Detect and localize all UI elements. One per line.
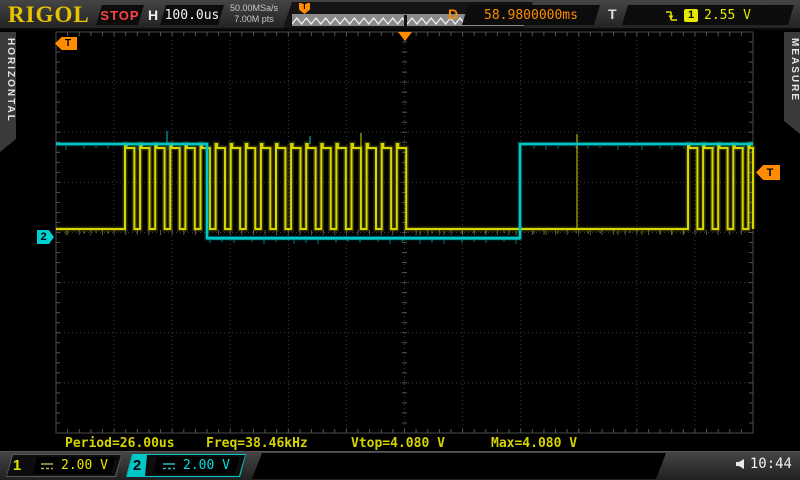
- top-status-bar: RIGOL STOP H 100.0us 50.00MSa/s 7.00M pt…: [0, 0, 800, 30]
- oscilloscope-screen: T T 2 Period=26.00us Freq=38.46kHz Vtop=…: [0, 0, 800, 480]
- bottom-status-bar: 1 2.00 V 2 2.00 V: [0, 451, 800, 480]
- trigger-source-badge: 1: [684, 9, 698, 22]
- message-area: [252, 453, 666, 479]
- speaker-icon: [735, 458, 747, 470]
- measurement-period: Period=26.00us: [65, 436, 175, 451]
- horizontal-label: H: [148, 7, 158, 23]
- channel1-number: 1: [7, 457, 27, 474]
- delay-label: D: [448, 6, 458, 22]
- dc-coupling-icon: [40, 461, 54, 471]
- dc-coupling-icon: [162, 461, 176, 471]
- measurement-freq: Freq=38.46kHz: [206, 436, 308, 451]
- trigger-readout[interactable]: 1 2.55 V: [622, 5, 794, 25]
- measurement-max: Max=4.080 V: [491, 436, 577, 451]
- channel1-scale: 2.00 V: [61, 458, 108, 473]
- timebase-readout[interactable]: 100.0us: [160, 5, 224, 25]
- run-status-label: STOP: [100, 8, 139, 23]
- trigger-level-value: 2.55 V: [704, 8, 751, 23]
- clock-time: 10:44: [750, 456, 792, 472]
- rigol-logo: RIGOL: [8, 2, 90, 28]
- run-status[interactable]: STOP: [96, 5, 144, 25]
- channel2-number: 2: [127, 455, 147, 476]
- sample-rate: 50.00MSa/s: [226, 3, 282, 14]
- delay-readout[interactable]: 58.9800000ms: [462, 5, 600, 25]
- clock: 10:44: [735, 456, 792, 472]
- trigger-position-marker[interactable]: [398, 32, 412, 41]
- preview-trigger-marker: T: [299, 3, 310, 14]
- tab-measure[interactable]: MEASURE: [784, 32, 800, 134]
- measurement-vtop: Vtop=4.080 V: [351, 436, 445, 451]
- waveform-display: [0, 0, 800, 480]
- timebase-value: 100.0us: [165, 8, 220, 23]
- channel1-indicator[interactable]: 1 2.00 V: [6, 454, 122, 477]
- memory-depth: 7.00M pts: [226, 14, 282, 25]
- channel2-indicator[interactable]: 2 2.00 V: [126, 454, 246, 477]
- trigger-label: T: [608, 6, 617, 22]
- falling-edge-icon: [665, 9, 678, 22]
- channel2-scale: 2.00 V: [183, 458, 230, 473]
- tab-horizontal[interactable]: HORIZONTAL: [0, 32, 16, 152]
- delay-value: 58.9800000ms: [484, 8, 578, 23]
- acquisition-info: 50.00MSa/s 7.00M pts: [226, 3, 282, 25]
